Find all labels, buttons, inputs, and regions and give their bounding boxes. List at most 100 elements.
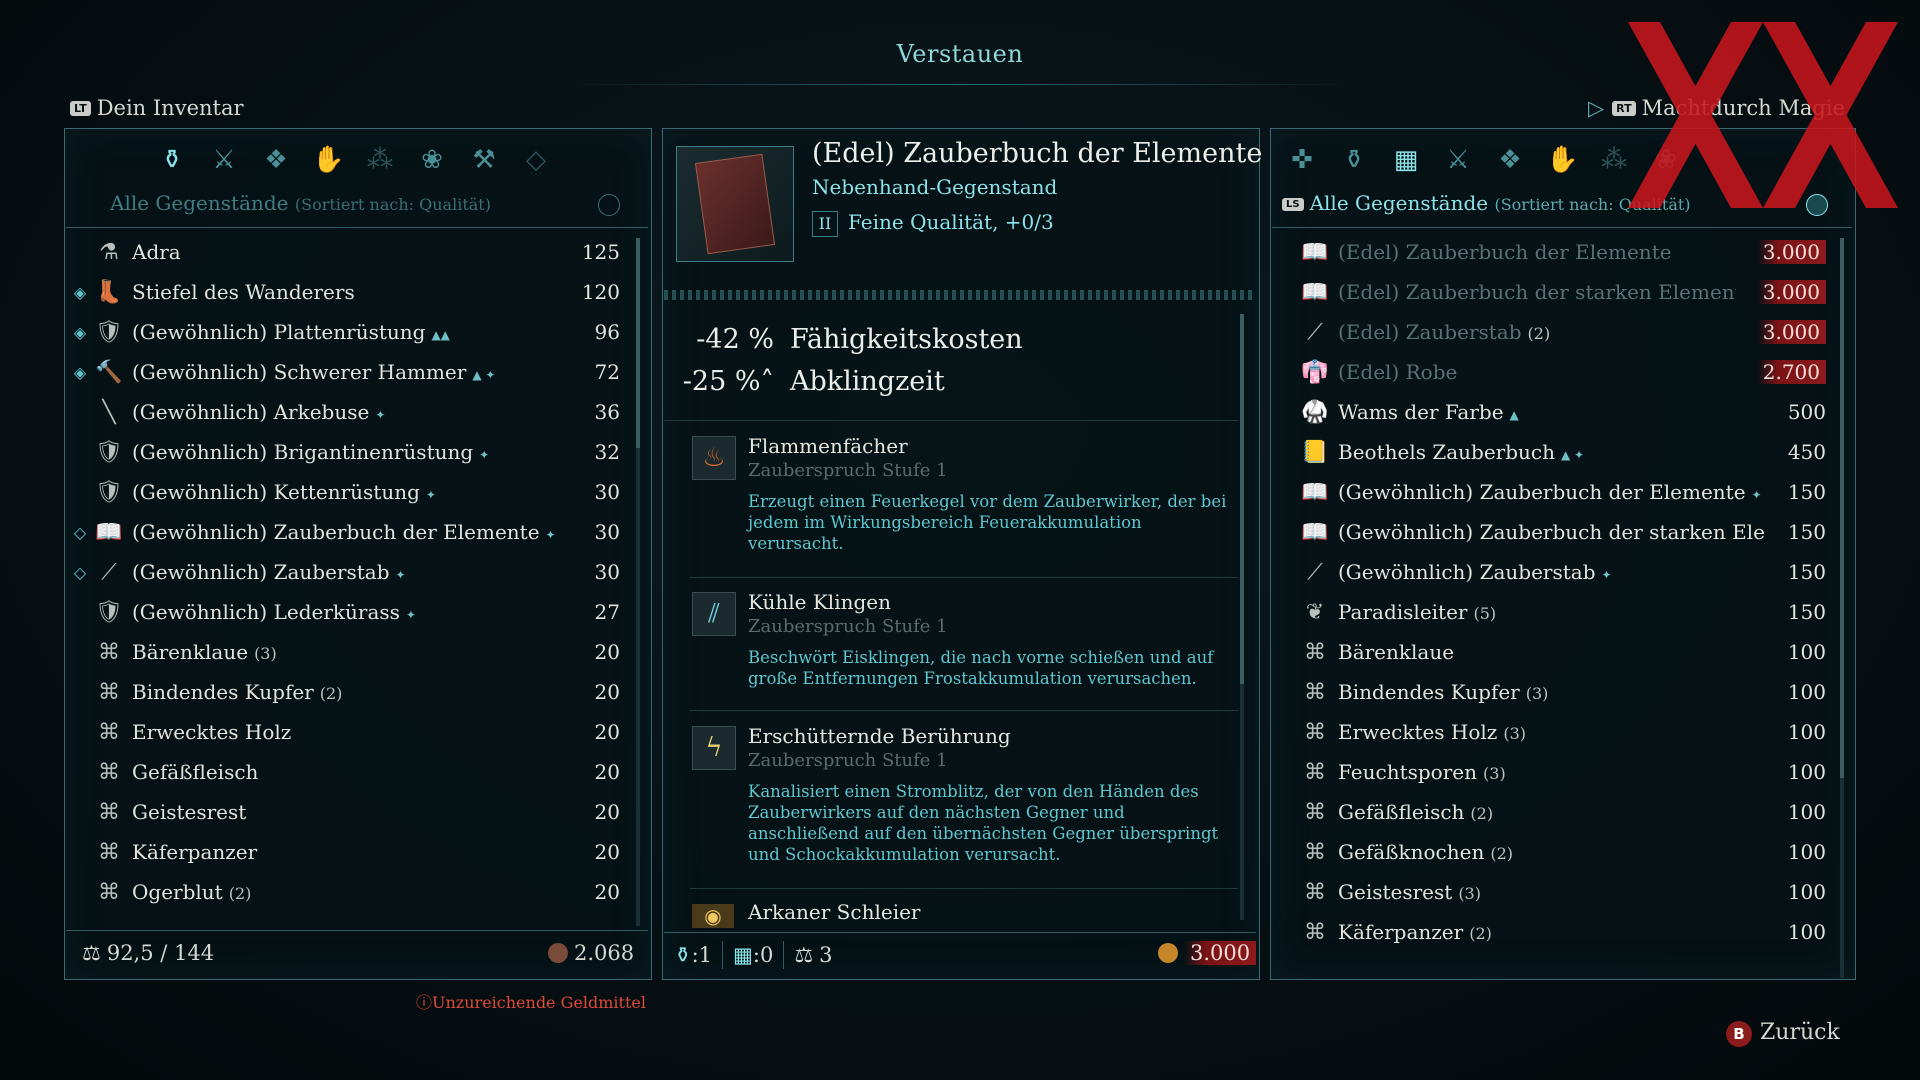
item-value: 100 xyxy=(1787,720,1826,744)
item-value: 150 xyxy=(1787,560,1826,584)
right-header-divider xyxy=(1272,227,1852,228)
list-item[interactable]: ◈ 👢 Stiefel des Wanderers 120 xyxy=(66,272,626,312)
item-value: 450 xyxy=(1787,440,1826,464)
stat-label: Fähigkeitskosten xyxy=(790,324,1023,355)
left-filter-label[interactable]: Alle Gegenstände (Sortiert nach: Qualitä… xyxy=(110,191,491,215)
item-name-text: Beothels Zauberbuch xyxy=(1338,440,1556,464)
list-item[interactable]: ⚗ Adra 125 xyxy=(66,232,626,272)
list-item[interactable]: ⌘ Erwecktes Holz (3) 100 xyxy=(1300,712,1832,752)
list-item[interactable]: ⌘ Bindendes Kupfer (2) 20 xyxy=(66,672,626,712)
item-name: Geistesrest xyxy=(132,800,560,824)
stats-divider xyxy=(664,420,1238,421)
item-value: 27 xyxy=(594,600,620,624)
item-value: 500 xyxy=(1787,400,1826,424)
crafting-tab-icon[interactable]: ⚒ xyxy=(468,144,500,176)
list-item[interactable]: ◇ 📖 (Gewöhnlich) Zauberbuch der Elemente ✦ 3… xyxy=(66,512,626,552)
price-badge: 2.700 xyxy=(1756,360,1826,384)
all-items-tab-icon[interactable]: ⚱ xyxy=(156,144,188,176)
misc-tab-icon[interactable]: ✜ xyxy=(1286,144,1318,176)
spell-entry: Erschütternde Berührung Zauberspruch Stu… xyxy=(748,724,1228,865)
list-item[interactable]: ⌘ Feuchtsporen (3) 100 xyxy=(1300,752,1832,792)
consumables-tab-icon[interactable]: ✋ xyxy=(1546,144,1578,176)
list-item[interactable]: 📖 (Gewöhnlich) Zauberbuch der starken Ele… xyxy=(1300,512,1832,552)
consumables-tab-icon[interactable]: ✋ xyxy=(312,144,344,176)
chest-tab-icon[interactable]: ▦ xyxy=(1390,144,1422,176)
money-value: 2.068 xyxy=(574,941,635,965)
back-control[interactable]: B Zurück xyxy=(1726,1020,1840,1047)
list-item[interactable]: 📖 (Edel) Zauberbuch der starken Elemente 3… xyxy=(1300,272,1832,312)
armor-tab-icon[interactable]: ❖ xyxy=(260,144,292,176)
equip-marker-icon: ◈ xyxy=(73,282,87,302)
spell-entry: Arkaner Schleier xyxy=(748,900,1228,924)
list-item[interactable]: ⌘ Käferpanzer 20 xyxy=(66,832,626,872)
list-item[interactable]: 👘 (Edel) Robe 2.700 xyxy=(1300,352,1832,392)
list-item[interactable]: ⌘ Gefäßfleisch (2) 100 xyxy=(1300,792,1832,832)
ingredient-icon: ⌘ xyxy=(1304,879,1326,905)
spell-name: Erschütternde Berührung xyxy=(748,724,1011,748)
ingredient-icon: ⌘ xyxy=(98,879,120,905)
weapons-tab-icon[interactable]: ⚔ xyxy=(1442,144,1474,176)
item-name: Bärenklaue (3) xyxy=(132,640,560,664)
list-item[interactable]: 🥋 Wams der Farbe ▲ 500 xyxy=(1300,392,1832,432)
list-item[interactable]: 🛡 (Gewöhnlich) Kettenrüstung ✦ 30 xyxy=(66,472,626,512)
item-value: 100 xyxy=(1787,800,1826,824)
list-item[interactable]: ╲ (Gewöhnlich) Arkebuse ✦ 36 xyxy=(66,392,626,432)
item-name-text: (Edel) Zauberstab xyxy=(1338,320,1522,344)
gems-tab-icon[interactable]: ◇ xyxy=(520,144,552,176)
item-tag-icon: ✦ xyxy=(375,408,386,422)
list-item[interactable]: ⟋ (Gewöhnlich) Zauberstab ✦ 150 xyxy=(1300,552,1832,592)
item-quantity: (3) xyxy=(254,644,277,663)
item-name-text: Erwecktes Holz xyxy=(1338,720,1498,744)
ingredients-tab-icon[interactable]: ⁂ xyxy=(1598,144,1630,176)
list-item[interactable]: ⌘ Bärenklaue 100 xyxy=(1300,632,1832,672)
spell-description: Kanalisiert einen Stromblitz, der von de… xyxy=(748,782,1219,864)
list-item[interactable]: 📖 (Gewöhnlich) Zauberbuch der Elemente ✦ 15… xyxy=(1300,472,1832,512)
list-item[interactable]: ◈ 🛡 (Gewöhnlich) Plattenrüstung ▲▲ 96 xyxy=(66,312,626,352)
list-item[interactable]: ⟋ (Edel) Zauberstab (2) 3.000 xyxy=(1300,312,1832,352)
price-badge: 3.000 xyxy=(1756,240,1826,264)
b-button-icon[interactable]: B xyxy=(1726,1021,1752,1047)
list-item[interactable]: ⌘ Bindendes Kupfer (3) 100 xyxy=(1300,672,1832,712)
weapons-tab-icon[interactable]: ⚔ xyxy=(208,144,240,176)
list-item[interactable]: ⌘ Geistesrest (3) 100 xyxy=(1300,872,1832,912)
list-item[interactable]: 🛡 (Gewöhnlich) Brigantinenrüstung ✦ 32 xyxy=(66,432,626,472)
item-name: (Edel) Robe xyxy=(1338,360,1736,384)
shocking-touch-icon: ϟ xyxy=(692,726,736,770)
vendor-scrollbar[interactable] xyxy=(1840,238,1844,978)
bag-tab-icon[interactable]: ⚱ xyxy=(1338,144,1370,176)
item-tag-icon: ✦ xyxy=(405,608,416,622)
lt-button-icon[interactable]: LT xyxy=(70,101,91,116)
food-tab-icon[interactable]: ❀ xyxy=(416,144,448,176)
detail-scrollbar[interactable] xyxy=(1240,314,1244,920)
list-item[interactable]: ⌘ Geistesrest 20 xyxy=(66,792,626,832)
item-name-text: (Gewöhnlich) Zauberbuch der starken Ele.… xyxy=(1338,520,1766,544)
left-settings-icon[interactable] xyxy=(598,194,620,216)
item-name-text: Erwecktes Holz xyxy=(132,720,292,744)
list-item[interactable]: ⌘ Ogerblut (2) 20 xyxy=(66,872,626,912)
ingredients-tab-icon[interactable]: ⁂ xyxy=(364,144,396,176)
inventory-scrollbar[interactable] xyxy=(636,238,640,926)
list-item[interactable]: ⌘ Käferpanzer (2) 100 xyxy=(1300,912,1832,952)
item-name: (Gewöhnlich) Zauberstab ✦ xyxy=(1338,560,1766,584)
item-name-text: Stiefel des Wanderers xyxy=(132,280,355,304)
price-badge: 3.000 xyxy=(1756,280,1826,304)
armor-tab-icon[interactable]: ❖ xyxy=(1494,144,1526,176)
list-item[interactable]: 📒 Beothels Zauberbuch ▲ ✦ 450 xyxy=(1300,432,1832,472)
list-item[interactable]: ⌘ Bärenklaue (3) 20 xyxy=(66,632,626,672)
list-item[interactable]: ⌘ Erwecktes Holz 20 xyxy=(66,712,626,752)
list-item[interactable]: ◈ 🔨 (Gewöhnlich) Schwerer Hammer ▲ ✦ 72 xyxy=(66,352,626,392)
price-badge: 3.000 xyxy=(1756,320,1826,344)
item-value: 32 xyxy=(594,440,620,464)
list-item[interactable]: ⌘ Gefäßfleisch 20 xyxy=(66,752,626,792)
price-value: 3.000 xyxy=(1184,941,1257,965)
list-item[interactable]: 🛡 (Gewöhnlich) Lederkürass ✦ 27 xyxy=(66,592,626,632)
item-name: Beothels Zauberbuch ▲ ✦ xyxy=(1338,440,1766,464)
warning-text: Unzureichende Geldmittel xyxy=(432,993,646,1012)
list-item[interactable]: ❦ Paradisleiter (5) 150 xyxy=(1300,592,1832,632)
list-item[interactable]: 📖 (Edel) Zauberbuch der Elemente 3.000 xyxy=(1300,232,1832,272)
list-item[interactable]: ⌘ Gefäßknochen (2) 100 xyxy=(1300,832,1832,872)
spell-name: Flammenfächer xyxy=(748,434,908,458)
ls-button-icon[interactable]: LS xyxy=(1282,198,1304,211)
item-tag-icon: ✦ xyxy=(395,568,406,582)
list-item[interactable]: ◇ ⟋ (Gewöhnlich) Zauberstab ✦ 30 xyxy=(66,552,626,592)
